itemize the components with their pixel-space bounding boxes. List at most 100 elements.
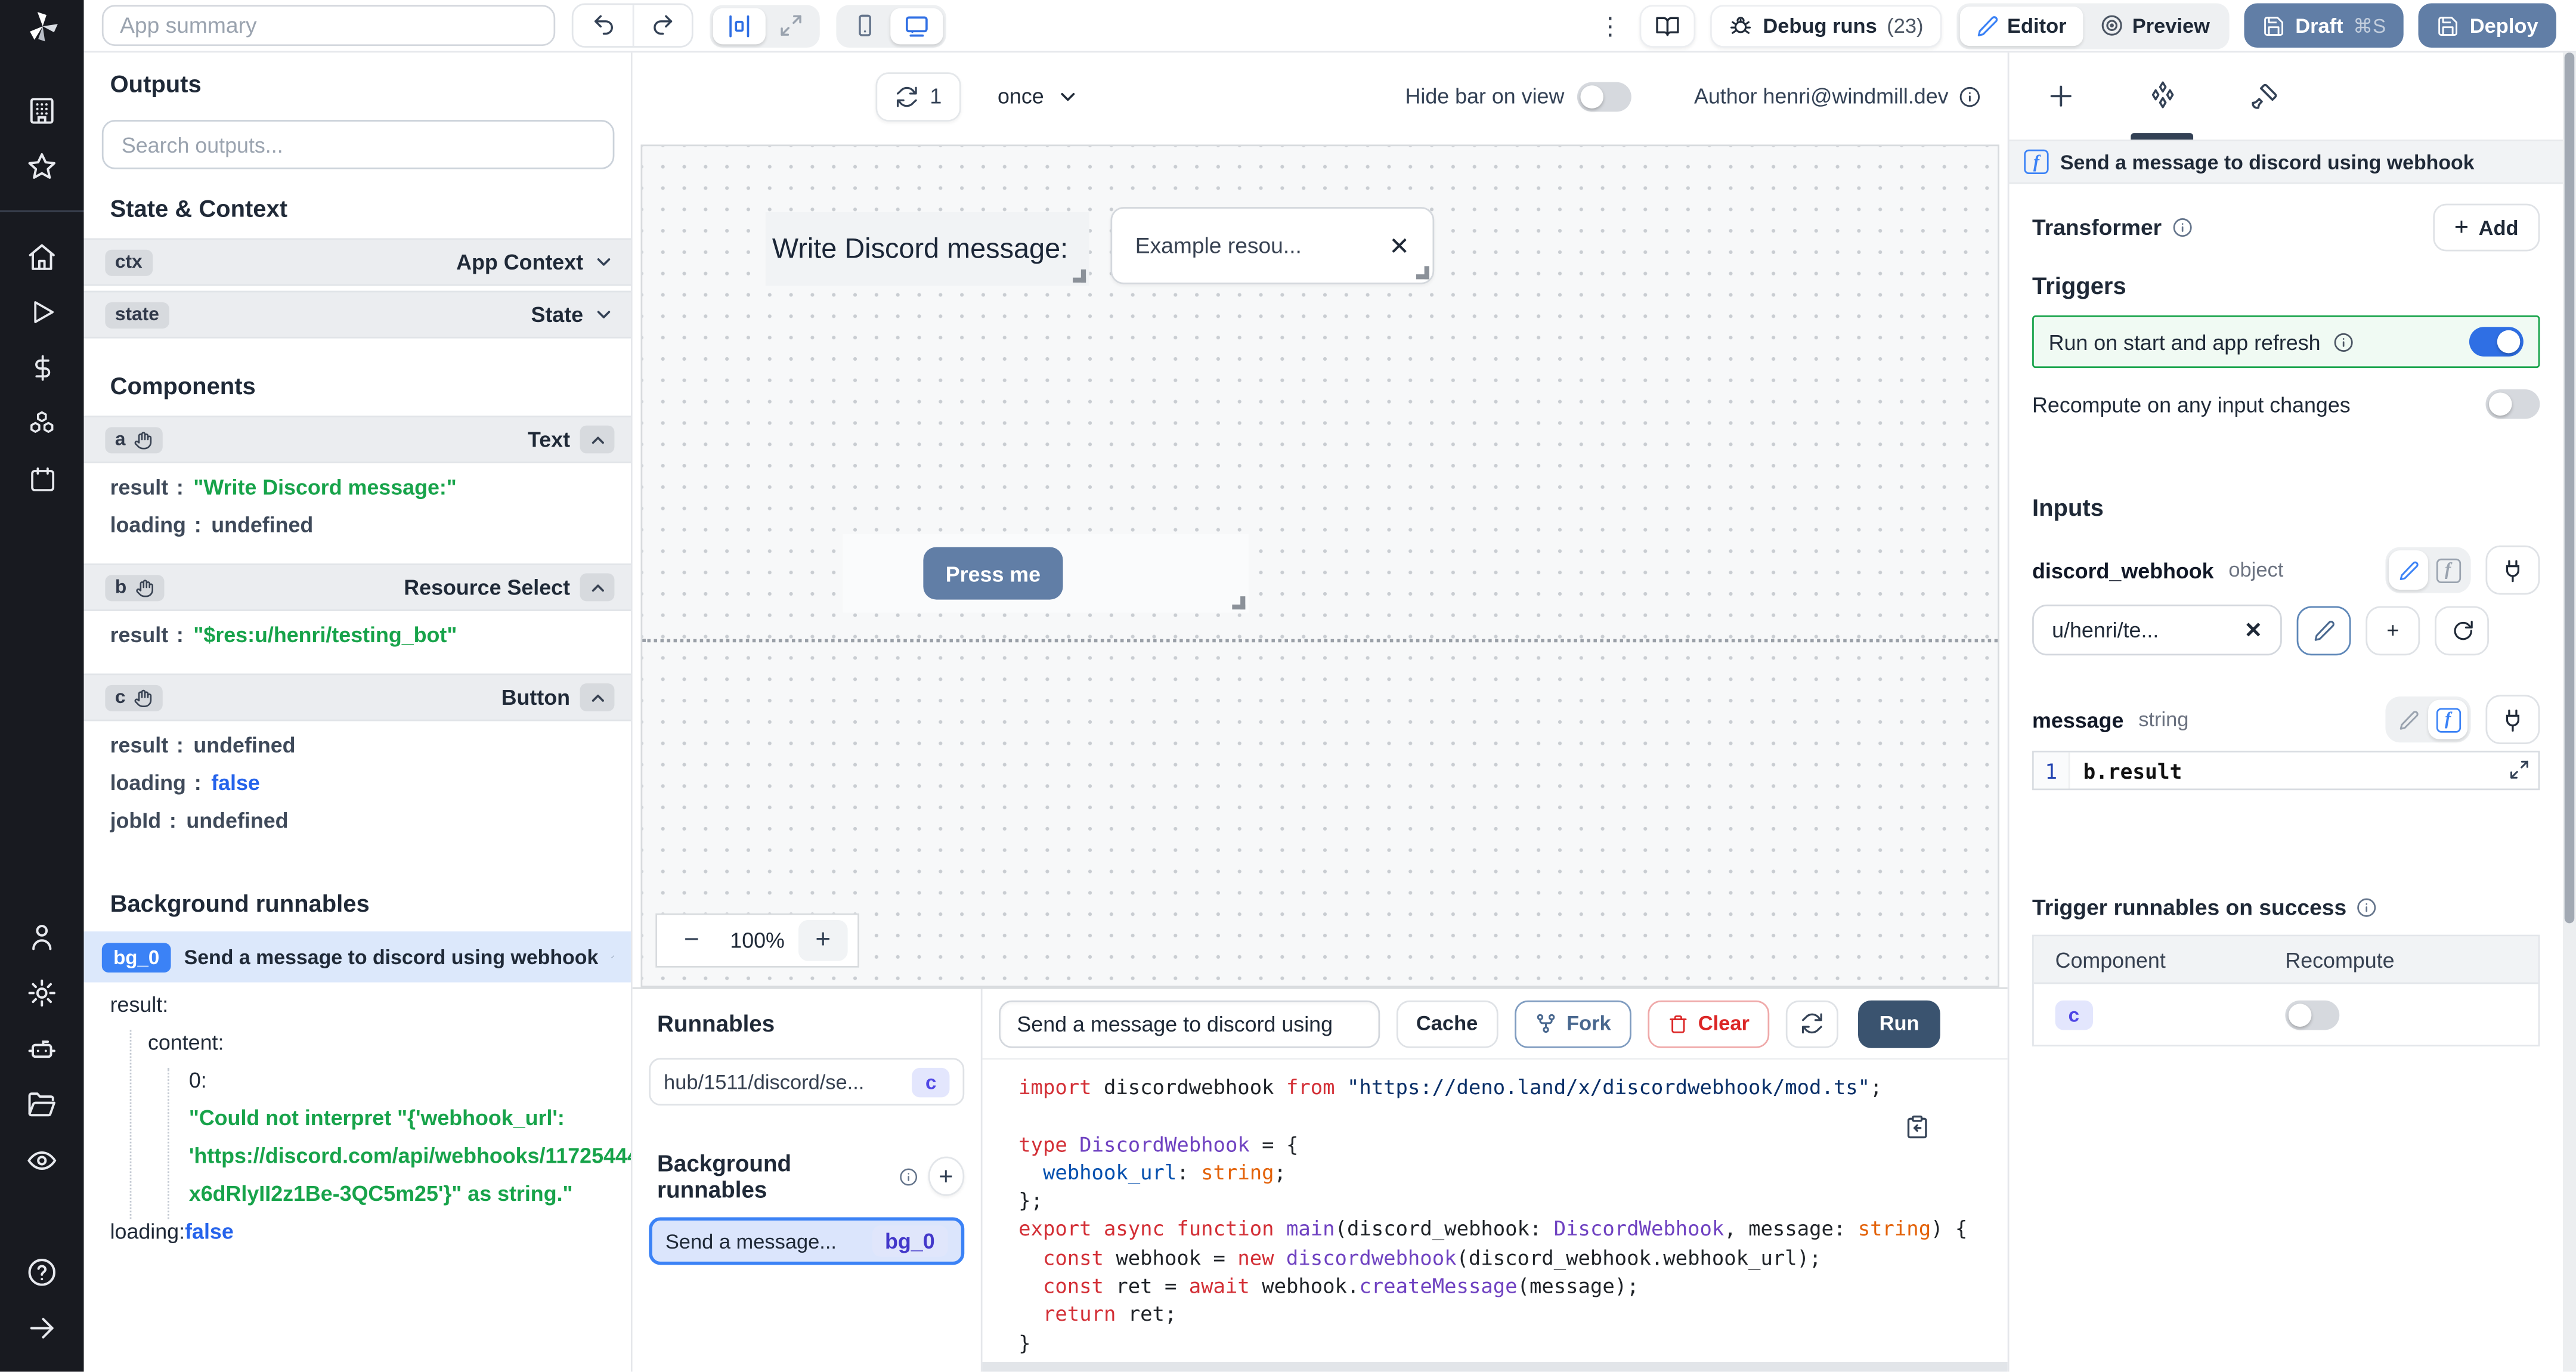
tab-component-settings[interactable] [2111, 52, 2213, 140]
schedule-select[interactable]: once [998, 84, 1080, 109]
user-icon[interactable] [0, 909, 84, 965]
run-on-start-toggle[interactable] [2469, 327, 2524, 357]
refresh-count-button[interactable]: 1 [875, 71, 962, 121]
draft-button[interactable]: Draft ⌘S [2244, 3, 2404, 48]
content-key: content [147, 1030, 218, 1055]
recompute-toggle[interactable] [2485, 389, 2540, 419]
home-icon[interactable] [0, 228, 84, 284]
clear-selection-icon[interactable]: ✕ [1389, 231, 1410, 261]
code-editor[interactable]: import discordwebhook from "https://deno… [982, 1058, 2008, 1362]
edit-pencil-icon[interactable] [611, 948, 615, 966]
run-button[interactable]: Run [1857, 999, 1941, 1048]
hand-pointer-icon [135, 431, 153, 449]
settings-gear-icon[interactable] [0, 965, 84, 1021]
workers-icon[interactable] [0, 1020, 84, 1076]
trash-icon [1669, 1014, 1686, 1033]
script-name-input[interactable] [999, 999, 1380, 1048]
copy-icon[interactable] [1904, 1114, 1930, 1140]
workspace-icon[interactable] [0, 82, 84, 138]
static-mode-button[interactable] [2389, 700, 2428, 739]
resize-handle[interactable] [1073, 269, 1086, 283]
recompute-label: Recompute on any input changes [2032, 392, 2351, 417]
favorites-icon[interactable] [0, 138, 84, 194]
audit-eye-icon[interactable] [0, 1132, 84, 1188]
add-transformer-button[interactable]: + Add [2433, 203, 2540, 252]
clear-button[interactable]: Clear [1647, 999, 1769, 1048]
app-summary-input[interactable] [101, 5, 556, 47]
resize-handle[interactable] [1416, 266, 1429, 280]
app-canvas[interactable]: Write Discord message: Example resou... … [640, 144, 1999, 987]
state-row[interactable]: state State [83, 290, 631, 339]
connect-input-button[interactable] [2485, 695, 2540, 745]
refresh-resource-button[interactable] [2435, 605, 2489, 655]
centered-layout-button[interactable] [713, 7, 766, 44]
eval-mode-button[interactable]: f [2428, 550, 2467, 590]
tab-editor[interactable]: Editor [1959, 5, 2083, 45]
search-outputs-input[interactable] [101, 120, 615, 169]
resources-icon[interactable] [0, 396, 84, 452]
text-component[interactable]: Write Discord message: [765, 212, 1089, 286]
ctx-row[interactable]: ctx App Context [83, 238, 631, 286]
debug-runs-button[interactable]: Debug runs (23) [1710, 4, 1942, 47]
hide-bar-toggle[interactable] [1577, 81, 1632, 111]
eval-mode-button[interactable]: f [2428, 699, 2468, 739]
edit-resource-button[interactable] [2296, 605, 2351, 655]
expand-icon[interactable] [2509, 759, 2530, 781]
add-bg-runnable-button[interactable]: + [927, 1156, 965, 1196]
docs-button[interactable] [1639, 4, 1696, 47]
undo-button[interactable] [574, 5, 633, 46]
component-b-header[interactable]: b Resource Select [83, 563, 631, 611]
info-icon[interactable] [1958, 85, 1981, 108]
collapse-component-b-button[interactable] [580, 573, 615, 602]
add-resource-button[interactable]: + [2366, 605, 2420, 655]
runs-icon[interactable] [0, 284, 84, 340]
windmill-logo[interactable] [0, 0, 84, 52]
tab-styling[interactable] [2213, 52, 2315, 140]
connect-input-button[interactable] [2485, 545, 2540, 595]
help-icon[interactable] [0, 1244, 84, 1300]
cache-label: Cache [1416, 1012, 1478, 1035]
resource-select-component[interactable]: Example resou... ✕ [1110, 207, 1435, 284]
static-mode-button[interactable] [2388, 550, 2429, 590]
index-key: 0 [188, 1067, 201, 1093]
button-component[interactable]: Press me [843, 534, 1249, 613]
row-recompute-toggle[interactable] [2285, 999, 2340, 1030]
schedules-icon[interactable] [0, 452, 84, 508]
redo-button[interactable] [632, 5, 692, 47]
fork-button[interactable]: Fork [1513, 999, 1631, 1048]
runnable-script-card[interactable]: hub/1511/discord/se... c [649, 1058, 965, 1106]
cache-button[interactable]: Cache [1396, 999, 1498, 1048]
resource-picker[interactable]: u/henri/te... ✕ [2032, 604, 2282, 656]
device-toggle-group [836, 4, 946, 47]
tab-preview[interactable]: Preview [2083, 6, 2226, 45]
mobile-view-button[interactable] [840, 7, 890, 44]
resize-handle[interactable] [1232, 596, 1246, 610]
deploy-button[interactable]: Deploy [2419, 3, 2556, 48]
press-me-button[interactable]: Press me [923, 547, 1063, 600]
runnable-title: Send a message to discord using webhook [2060, 150, 2475, 174]
component-c-header[interactable]: c Button [83, 673, 631, 721]
collapse-component-a-button[interactable] [580, 425, 615, 454]
prop-value: undefined [193, 732, 296, 758]
bg0-output-header[interactable]: bg_0 Send a message to discord using web… [83, 931, 631, 983]
variables-icon[interactable] [0, 340, 84, 396]
component-a-header[interactable]: a Text [83, 416, 631, 463]
bg-runnable-card-selected[interactable]: Send a message... bg_0 [649, 1217, 965, 1265]
tab-insert-component[interactable] [2009, 52, 2111, 140]
code-horizontal-scrollbar[interactable] [982, 1362, 2008, 1372]
line-number: 1 [2033, 752, 2070, 789]
collapse-rail-icon[interactable] [0, 1300, 84, 1356]
folders-icon[interactable] [0, 1076, 84, 1132]
clear-resource-icon[interactable]: ✕ [2244, 617, 2262, 643]
zoom-in-button[interactable]: + [798, 919, 848, 961]
scrollbar-thumb[interactable] [2564, 52, 2575, 924]
zoom-out-button[interactable]: − [667, 920, 717, 961]
reload-script-button[interactable] [1785, 999, 1838, 1048]
state-badge: state [105, 301, 169, 328]
page-scrollbar[interactable] [2562, 52, 2576, 1372]
message-expression-editor[interactable]: 1 b.result [2032, 751, 2540, 791]
more-menu-button[interactable]: ⋮ [1595, 11, 1625, 41]
collapse-component-c-button[interactable] [580, 683, 615, 711]
desktop-view-button[interactable] [890, 7, 943, 44]
fullscreen-layout-button[interactable] [766, 7, 816, 44]
